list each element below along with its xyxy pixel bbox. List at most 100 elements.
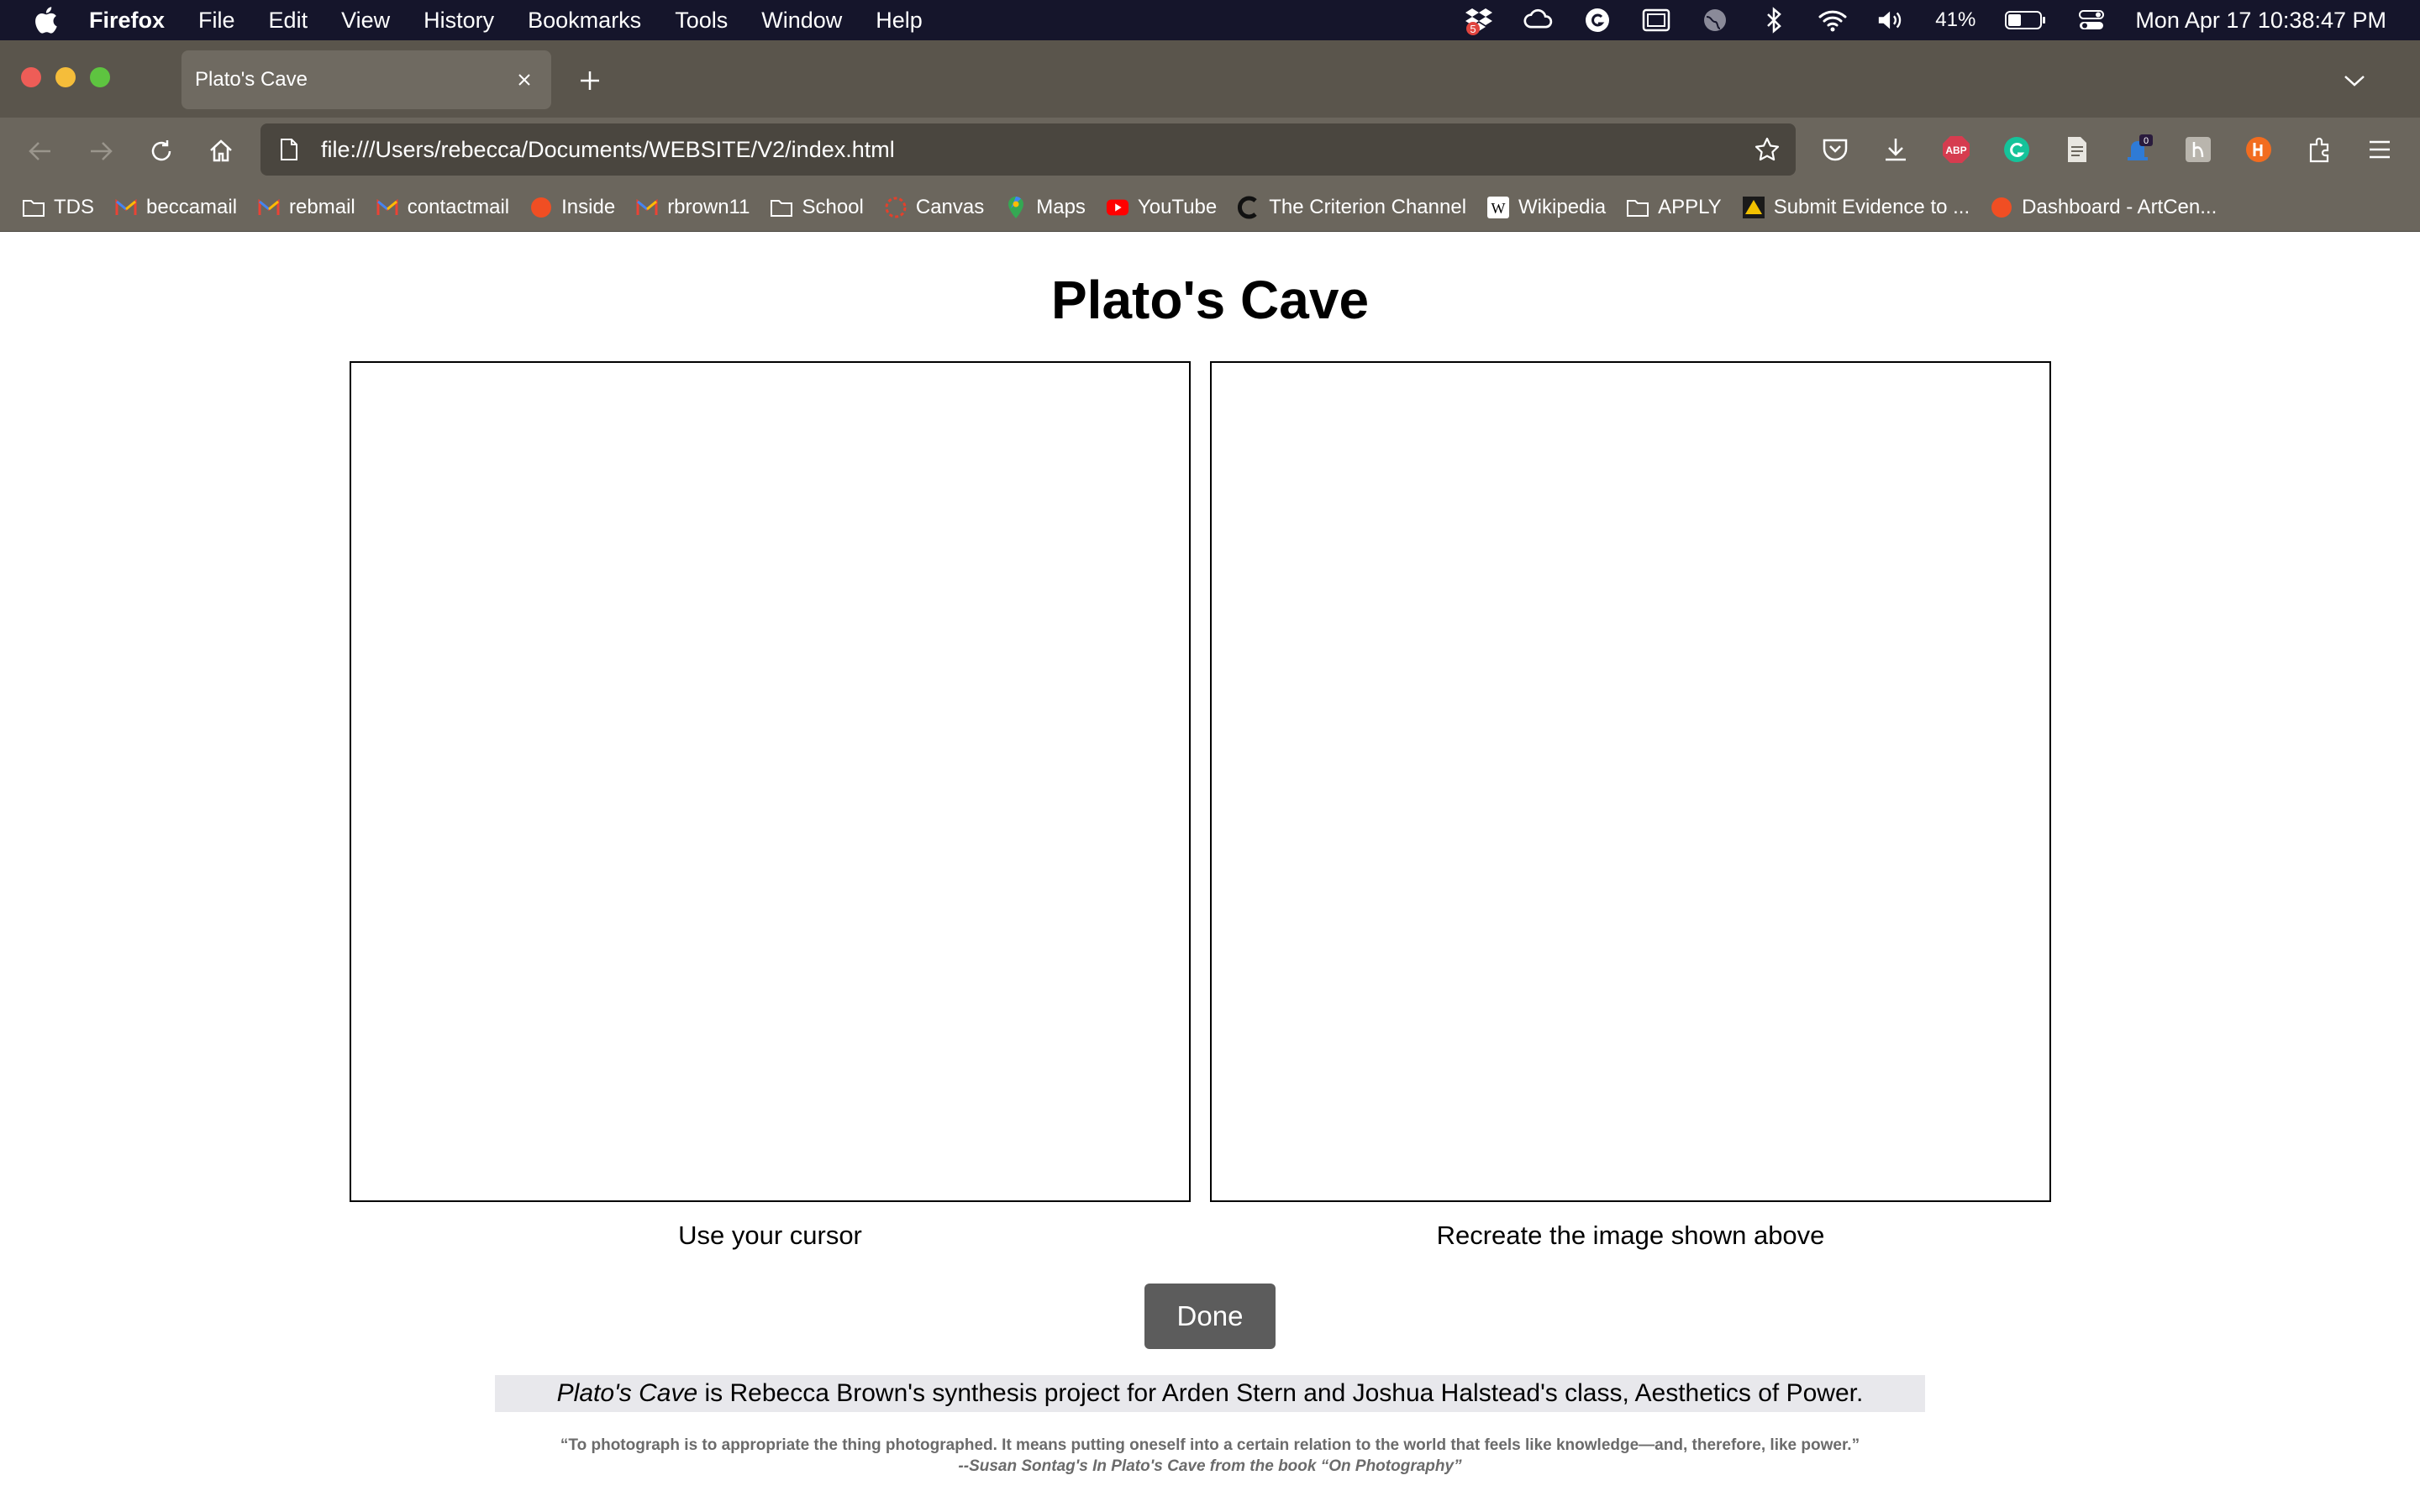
drawing-canvas-caption: Use your cursor — [678, 1221, 862, 1250]
menu-help[interactable]: Help — [876, 8, 923, 34]
done-button[interactable]: Done — [1144, 1284, 1276, 1349]
battery-icon[interactable] — [2004, 5, 2048, 35]
criterion-icon — [1237, 196, 1260, 219]
inside-icon — [529, 196, 553, 219]
home-button[interactable] — [204, 134, 238, 168]
menu-file[interactable]: File — [198, 8, 235, 34]
bookmark-label: rbrown11 — [667, 195, 750, 218]
menu-bookmarks[interactable]: Bookmarks — [528, 8, 641, 34]
reload-button[interactable] — [145, 134, 178, 168]
quote-attribution: --Susan Sontag's In Plato's Cave from th… — [958, 1457, 1462, 1475]
gmail-icon — [114, 196, 138, 219]
gmail-icon — [257, 196, 281, 219]
reference-canvas-caption: Recreate the image shown above — [1436, 1221, 1825, 1250]
bookmark-maps[interactable]: Maps — [1004, 196, 1086, 219]
bookmark-submit-evidence[interactable]: Submit Evidence to ... — [1742, 196, 1970, 219]
translate-extension-icon[interactable] — [2181, 133, 2215, 166]
downloads-icon[interactable] — [1879, 133, 1912, 166]
bookmark-criterion-channel[interactable]: The Criterion Channel — [1237, 196, 1466, 219]
menu-tools[interactable]: Tools — [675, 8, 728, 34]
pocket-icon[interactable] — [1818, 133, 1852, 166]
reader-extension-icon[interactable] — [2060, 133, 2094, 166]
forward-button[interactable] — [84, 134, 118, 168]
bookmark-apply[interactable]: APPLY — [1626, 196, 1722, 219]
wikipedia-icon: W — [1486, 196, 1510, 219]
bookmark-canvas[interactable]: Canvas — [884, 196, 984, 219]
sontag-quote: “To photograph is to appropriate the thi… — [0, 1435, 2420, 1477]
menu-view[interactable]: View — [341, 8, 390, 34]
bookmark-rbrown11[interactable]: rbrown11 — [635, 196, 750, 219]
page-icon[interactable] — [276, 136, 302, 163]
address-bar[interactable]: file:///Users/rebecca/Documents/WEBSITE/… — [260, 123, 1796, 176]
apple-menu-icon[interactable] — [29, 3, 62, 37]
honey-extension-icon[interactable] — [2242, 133, 2275, 166]
url-text[interactable]: file:///Users/rebecca/Documents/WEBSITE/… — [321, 137, 895, 163]
minimize-window-button[interactable] — [55, 67, 76, 87]
bookmark-label: YouTube — [1137, 195, 1218, 218]
page-content: Plato's Cave Use your cursor Recreate th… — [0, 232, 2420, 1512]
folder-icon — [1626, 196, 1649, 219]
grammarly-icon[interactable] — [1582, 5, 1612, 35]
status-area: 5 41% Mon Apr 17 10:38:47 PM — [1465, 0, 2386, 40]
bookmark-tds[interactable]: TDS — [22, 196, 94, 219]
back-button[interactable] — [24, 134, 57, 168]
volume-icon[interactable] — [1876, 5, 1907, 35]
bookmarks-toolbar: TDS beccamail rebmail contactmail Inside… — [0, 183, 2420, 232]
svg-text:W: W — [1491, 200, 1506, 217]
bookmark-label: APPLY — [1658, 195, 1722, 218]
adblock-plus-icon[interactable]: ABP — [1939, 133, 1973, 166]
tab-title: Plato's Cave — [195, 68, 308, 91]
bookmark-inside[interactable]: Inside — [529, 196, 615, 219]
youtube-icon — [1106, 196, 1129, 219]
bookmark-beccamail[interactable]: beccamail — [114, 196, 237, 219]
gmail-icon — [635, 196, 659, 219]
screen-icon[interactable] — [1641, 5, 1671, 35]
hamburger-menu-icon[interactable] — [2363, 133, 2396, 166]
bluetooth-icon[interactable] — [1759, 5, 1789, 35]
bookmark-school[interactable]: School — [770, 195, 864, 219]
bookmark-star-icon[interactable] — [1752, 134, 1782, 165]
close-tab-icon[interactable] — [513, 68, 536, 92]
bookmark-label: Inside — [561, 195, 616, 218]
bookmark-rebmail[interactable]: rebmail — [257, 196, 355, 219]
creative-cloud-icon[interactable] — [1523, 5, 1554, 35]
project-credit: Plato's Cave is Rebecca Brown's synthesi… — [495, 1375, 1925, 1412]
menu-window[interactable]: Window — [761, 8, 842, 34]
wifi-icon[interactable] — [1818, 5, 1848, 35]
bookmark-label: School — [802, 195, 864, 218]
menu-history[interactable]: History — [424, 8, 494, 34]
abp-label: ABP — [1945, 144, 1966, 156]
control-center-icon[interactable] — [2076, 5, 2107, 35]
dropbox-badge: 5 — [1470, 23, 1476, 35]
reference-image-canvas — [1210, 361, 2051, 1202]
notification-extension-icon[interactable]: 0 — [2121, 133, 2154, 166]
bookmark-label: Wikipedia — [1518, 195, 1607, 218]
bookmark-label: Canvas — [915, 195, 985, 218]
new-tab-button[interactable] — [573, 64, 607, 97]
zoom-window-button[interactable] — [90, 67, 110, 87]
bookmark-label: rebmail — [289, 195, 355, 218]
drawing-canvas[interactable] — [350, 361, 1191, 1202]
close-window-button[interactable] — [21, 67, 41, 87]
list-all-tabs-icon[interactable] — [2338, 66, 2371, 96]
bookmark-contactmail[interactable]: contactmail — [376, 196, 509, 219]
tab-platos-cave[interactable]: Plato's Cave — [182, 50, 551, 109]
credit-title: Plato's Cave — [556, 1379, 698, 1407]
bookmark-label: Submit Evidence to ... — [1773, 195, 1970, 218]
bookmark-label: beccamail — [146, 195, 238, 218]
extensions-icon[interactable] — [2302, 133, 2336, 166]
folder-icon — [770, 196, 793, 219]
bookmark-dashboard-artcenter[interactable]: Dashboard - ArtCen... — [1990, 196, 2217, 219]
menu-edit[interactable]: Edit — [269, 8, 308, 34]
bookmark-youtube[interactable]: YouTube — [1106, 196, 1217, 219]
page-title: Plato's Cave — [1050, 270, 1370, 330]
bookmark-label: contactmail — [407, 195, 510, 218]
bookmark-wikipedia[interactable]: W Wikipedia — [1486, 196, 1606, 219]
folder-icon — [22, 196, 45, 219]
grammarly-extension-icon[interactable] — [2000, 133, 2033, 166]
bookmark-label: TDS — [54, 195, 94, 218]
menu-app-firefox[interactable]: Firefox — [89, 8, 165, 34]
clock[interactable]: Mon Apr 17 10:38:47 PM — [2135, 8, 2386, 34]
dropbox-icon[interactable]: 5 — [1465, 5, 1495, 35]
globe-icon[interactable] — [1700, 5, 1730, 35]
